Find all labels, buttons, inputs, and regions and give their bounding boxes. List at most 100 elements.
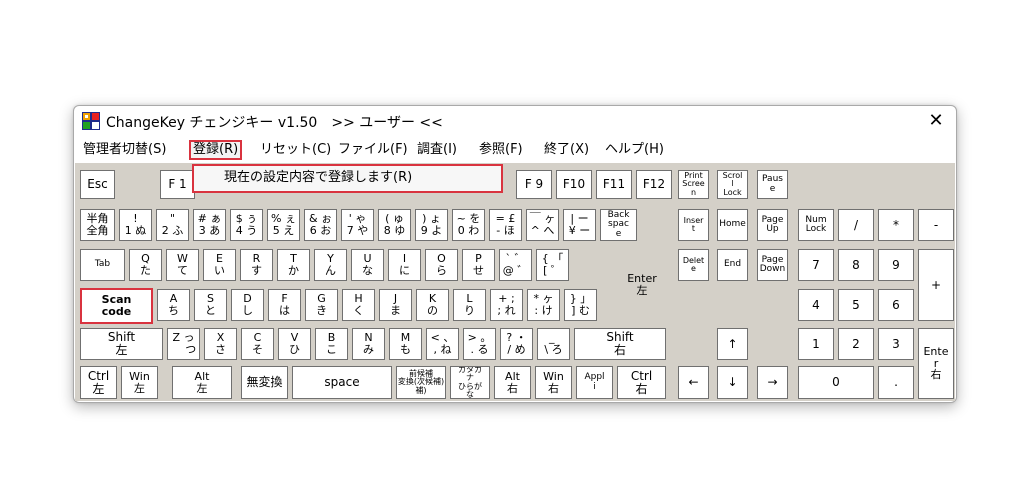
menu-register[interactable]: 登録(R) — [189, 140, 243, 160]
key-esc[interactable]: Esc — [80, 170, 115, 199]
key-num-0[interactable]: 0 — [798, 366, 874, 399]
key-print-screen[interactable]: Print Scree n — [678, 170, 709, 199]
key-insert[interactable]: Inser t — [678, 209, 709, 241]
key-num-7[interactable]: 7 — [798, 249, 834, 281]
key-home[interactable]: Home — [717, 209, 748, 241]
key-scan-code[interactable]: Scan code — [80, 288, 153, 324]
key-5[interactable]: % ぇ 5 え — [267, 209, 300, 241]
key-b[interactable]: B こ — [315, 328, 348, 360]
key-arrow-up[interactable]: ↑ — [717, 328, 748, 360]
key-kana[interactable]: カタカ ナ ひらが な — [450, 366, 490, 399]
key-page-down[interactable]: Page Down — [757, 249, 788, 281]
key-num-dot[interactable]: . — [878, 366, 914, 399]
key-num-9[interactable]: 9 — [878, 249, 914, 281]
key-4[interactable]: $ ぅ 4 う — [230, 209, 263, 241]
key-f9[interactable]: F 9 — [516, 170, 552, 199]
key-k[interactable]: K の — [416, 289, 449, 321]
register-dropdown-item[interactable]: 現在の設定内容で登録します(R) — [192, 164, 503, 193]
key-yen[interactable]: | ー ¥ ー — [563, 209, 596, 241]
menu-help[interactable]: ヘルプ(H) — [605, 140, 664, 160]
key-n[interactable]: N み — [352, 328, 385, 360]
key-g[interactable]: G き — [305, 289, 338, 321]
key-z[interactable]: Z っ つ — [167, 328, 200, 360]
key-0[interactable]: ~ を 0 わ — [452, 209, 485, 241]
key-f11[interactable]: F11 — [596, 170, 632, 199]
key-at[interactable]: ` ゛ @ ゛ — [499, 249, 532, 281]
key-f12[interactable]: F12 — [636, 170, 672, 199]
key-tab[interactable]: Tab — [80, 249, 125, 281]
key-num-slash[interactable]: / — [838, 209, 874, 241]
key-7[interactable]: ' ゃ 7 や — [341, 209, 374, 241]
key-num-star[interactable]: * — [878, 209, 914, 241]
key-bracket-open[interactable]: { 「 [ ゜ — [536, 249, 569, 281]
key-period[interactable]: > 。 . る — [463, 328, 496, 360]
key-e[interactable]: E い — [203, 249, 236, 281]
key-j[interactable]: J ま — [379, 289, 412, 321]
key-minus[interactable]: = £ - ほ — [489, 209, 522, 241]
key-c[interactable]: C そ — [241, 328, 274, 360]
key-space[interactable]: space — [292, 366, 392, 399]
key-num-lock[interactable]: Num Lock — [798, 209, 834, 241]
key-shift-left[interactable]: Shift 左 — [80, 328, 163, 360]
key-colon[interactable]: * ヶ : け — [527, 289, 560, 321]
key-shift-right[interactable]: Shift 右 — [574, 328, 666, 360]
key-m[interactable]: M も — [389, 328, 422, 360]
key-a[interactable]: A ち — [157, 289, 190, 321]
key-enter[interactable]: Enter 左 — [618, 249, 666, 321]
key-x[interactable]: X さ — [204, 328, 237, 360]
key-r[interactable]: R す — [240, 249, 273, 281]
key-num-minus[interactable]: - — [918, 209, 954, 241]
key-page-up[interactable]: Page Up — [757, 209, 788, 241]
key-f10[interactable]: F10 — [556, 170, 592, 199]
key-u[interactable]: U な — [351, 249, 384, 281]
key-arrow-down[interactable]: ↓ — [717, 366, 748, 399]
key-hankaku[interactable]: 半角 全角 — [80, 209, 115, 241]
key-l[interactable]: L り — [453, 289, 486, 321]
menu-admin-switch[interactable]: 管理者切替(S) — [83, 140, 166, 160]
key-caret[interactable]: ￣ ヶ ^ へ — [526, 209, 559, 241]
key-win-right[interactable]: Win 右 — [535, 366, 572, 399]
key-alt-right[interactable]: Alt 右 — [494, 366, 531, 399]
key-3[interactable]: # ぁ 3 あ — [193, 209, 226, 241]
key-num-4[interactable]: 4 — [798, 289, 834, 321]
key-muhenkan[interactable]: 無変換 — [241, 366, 288, 399]
key-num-plus[interactable]: + — [918, 249, 954, 321]
key-8[interactable]: ( ゅ 8 ゆ — [378, 209, 411, 241]
key-bracket-close[interactable]: } 」 ] む — [564, 289, 597, 321]
key-slash[interactable]: ? ・ / め — [500, 328, 533, 360]
key-win-left[interactable]: Win 左 — [121, 366, 158, 399]
key-t[interactable]: T か — [277, 249, 310, 281]
menu-investigate[interactable]: 調査(I) — [417, 140, 457, 160]
key-scroll-lock[interactable]: Scrol l Lock — [717, 170, 748, 199]
menu-exit[interactable]: 終了(X) — [544, 140, 589, 160]
key-9[interactable]: ) ょ 9 よ — [415, 209, 448, 241]
key-alt-left[interactable]: Alt 左 — [172, 366, 232, 399]
key-f[interactable]: F は — [268, 289, 301, 321]
menu-file[interactable]: ファイル(F) — [338, 140, 408, 160]
key-semicolon[interactable]: + ; ; れ — [490, 289, 523, 321]
key-num-1[interactable]: 1 — [798, 328, 834, 360]
key-ctrl-left[interactable]: Ctrl 左 — [80, 366, 117, 399]
close-button[interactable]: ✕ — [916, 106, 956, 136]
key-2[interactable]: " 2 ふ — [156, 209, 189, 241]
key-arrow-left[interactable]: ← — [678, 366, 709, 399]
key-delete[interactable]: Delet e — [678, 249, 709, 281]
key-1[interactable]: ! 1 ぬ — [119, 209, 152, 241]
key-pause[interactable]: Paus e — [757, 170, 788, 199]
key-backspace[interactable]: Back spac e — [600, 209, 637, 241]
menu-reset[interactable]: リセット(C) — [260, 140, 331, 160]
key-num-2[interactable]: 2 — [838, 328, 874, 360]
key-d[interactable]: D し — [231, 289, 264, 321]
key-h[interactable]: H く — [342, 289, 375, 321]
key-f1[interactable]: F 1 — [160, 170, 195, 199]
key-backslash[interactable]: _ \ ろ — [537, 328, 570, 360]
key-q[interactable]: Q た — [129, 249, 162, 281]
key-o[interactable]: O ら — [425, 249, 458, 281]
key-num-3[interactable]: 3 — [878, 328, 914, 360]
key-6[interactable]: & ぉ 6 お — [304, 209, 337, 241]
key-ctrl-right[interactable]: Ctrl 右 — [617, 366, 666, 399]
key-arrow-right[interactable]: → — [757, 366, 788, 399]
menu-reference[interactable]: 参照(F) — [479, 140, 523, 160]
key-w[interactable]: W て — [166, 249, 199, 281]
key-i[interactable]: I に — [388, 249, 421, 281]
